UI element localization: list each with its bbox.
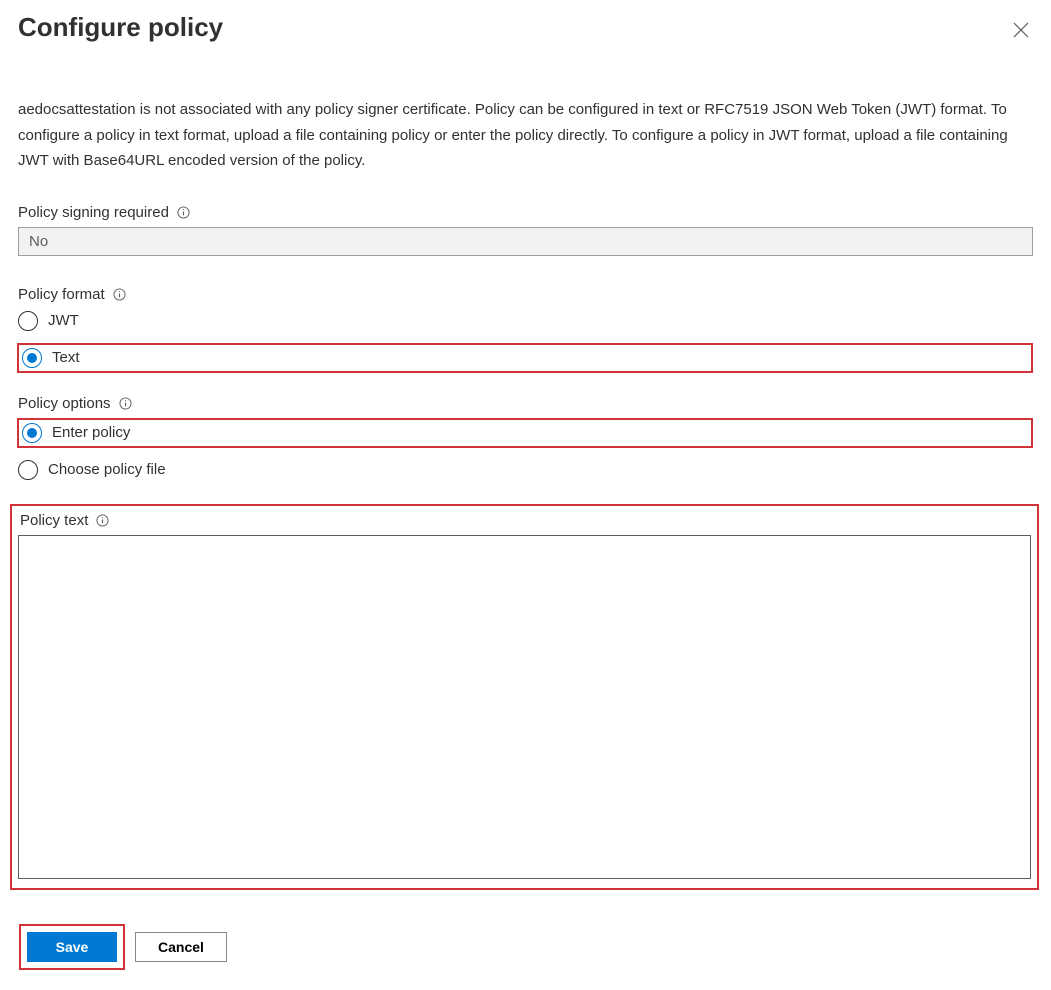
button-row: Save Cancel <box>18 924 1033 970</box>
info-icon[interactable] <box>96 514 109 527</box>
radio-choose-file[interactable]: Choose policy file <box>18 458 1033 482</box>
close-button[interactable] <box>1009 18 1033 45</box>
panel-header: Configure policy <box>18 12 1033 45</box>
policy-options-field: Policy options Enter policy Choose polic… <box>18 395 1033 482</box>
close-icon <box>1013 22 1029 38</box>
policy-text-field: Policy text <box>10 504 1039 890</box>
policy-text-label: Policy text <box>20 512 88 529</box>
radio-choose-label: Choose policy file <box>48 461 166 478</box>
radio-enter-policy[interactable]: Enter policy <box>19 421 130 445</box>
policy-text-input[interactable] <box>18 535 1031 879</box>
info-icon[interactable] <box>177 206 190 219</box>
radio-jwt[interactable]: JWT <box>18 309 1033 333</box>
page-title: Configure policy <box>18 12 223 43</box>
policy-options-label: Policy options <box>18 395 111 412</box>
cancel-button[interactable]: Cancel <box>135 932 227 962</box>
radio-icon <box>18 460 38 480</box>
radio-text[interactable]: Text <box>19 346 80 370</box>
radio-icon <box>18 311 38 331</box>
policy-signing-field: Policy signing required <box>18 204 1033 256</box>
info-icon[interactable] <box>119 397 132 410</box>
policy-signing-label: Policy signing required <box>18 204 169 221</box>
description-text: aedocsattestation is not associated with… <box>18 97 1033 174</box>
radio-icon <box>22 348 42 368</box>
policy-signing-input <box>18 227 1033 256</box>
policy-format-label: Policy format <box>18 286 105 303</box>
radio-text-label: Text <box>52 349 80 366</box>
radio-jwt-label: JWT <box>48 312 79 329</box>
radio-icon <box>22 423 42 443</box>
save-button[interactable]: Save <box>27 932 117 962</box>
radio-enter-label: Enter policy <box>52 424 130 441</box>
info-icon[interactable] <box>113 288 126 301</box>
policy-format-field: Policy format JWT Text <box>18 286 1033 373</box>
